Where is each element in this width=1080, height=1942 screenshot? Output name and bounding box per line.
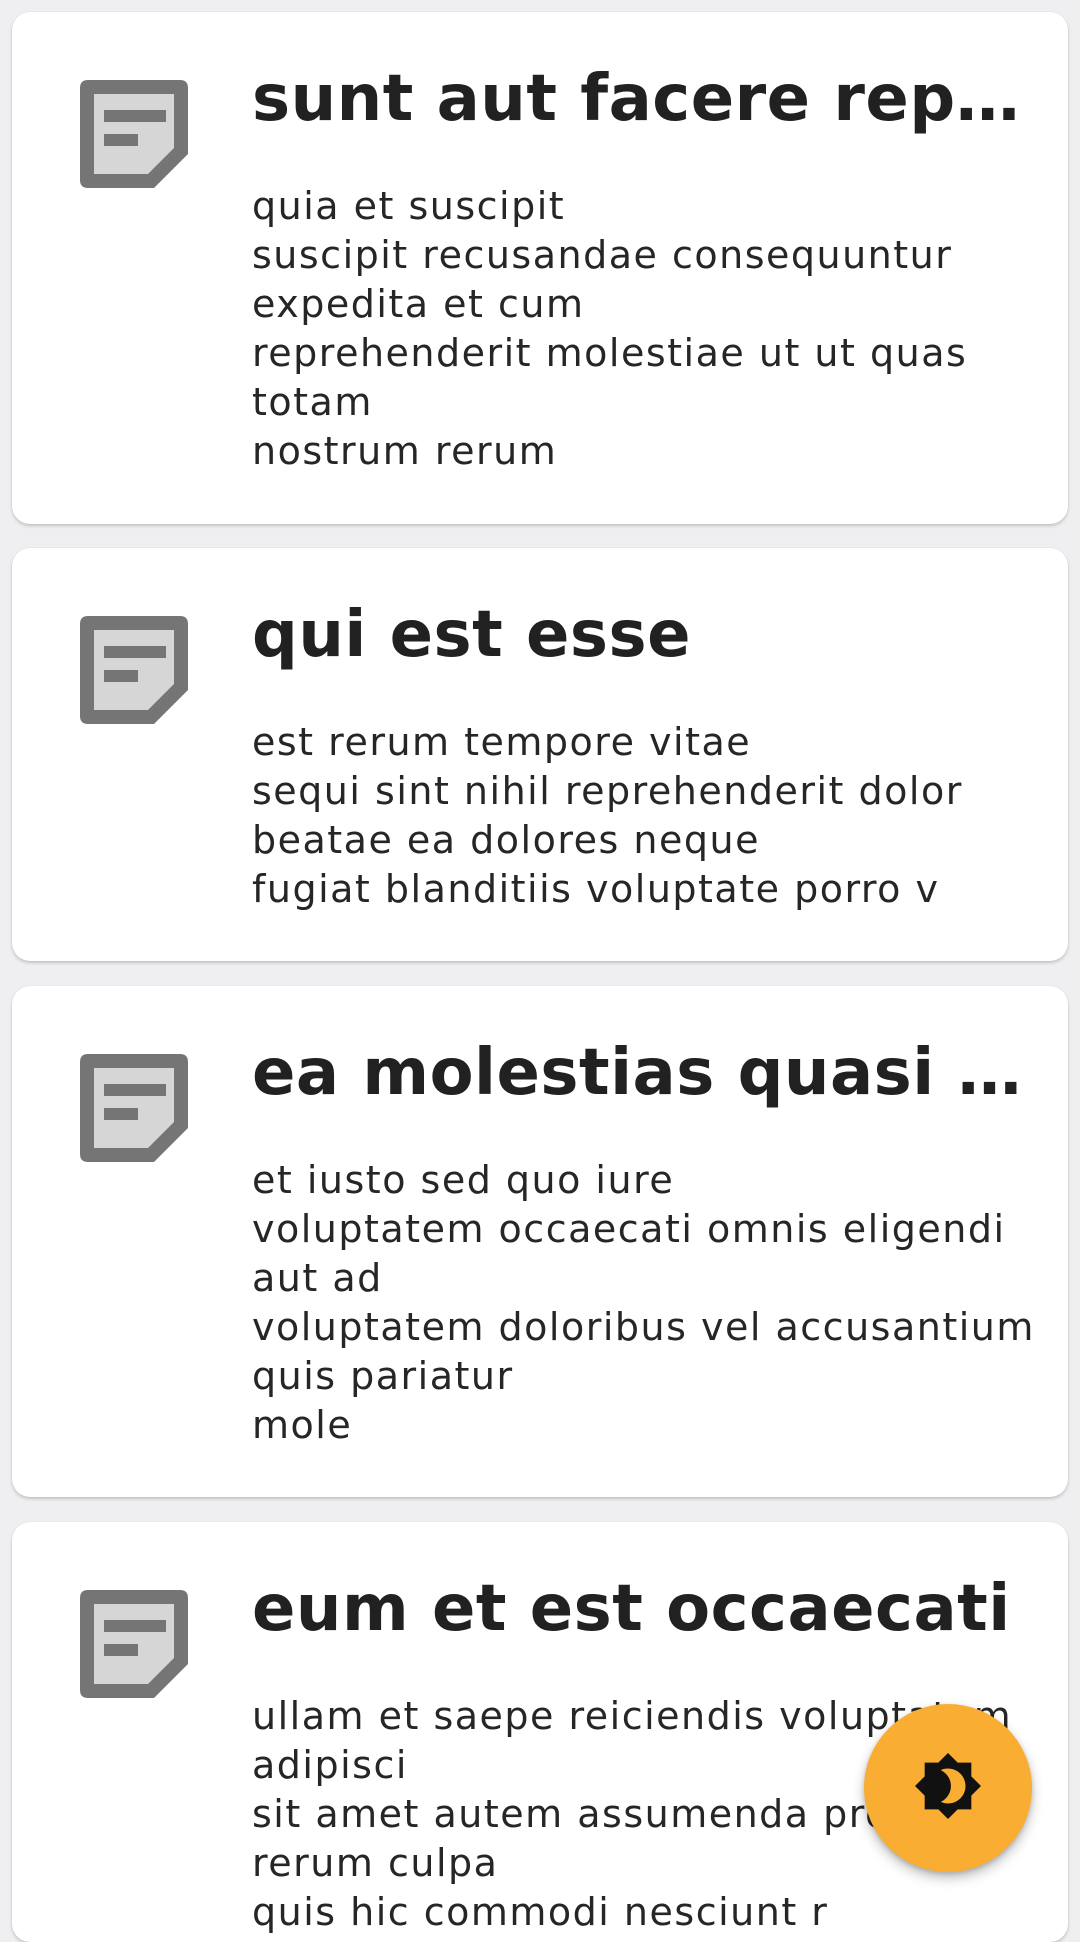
post-body: est rerum tempore vitae sequi sint nihil… — [252, 720, 963, 911]
post-card[interactable]: ea molestias quasi ... et iusto sed quo … — [12, 986, 1068, 1497]
post-title: sunt aut facere rep... — [252, 64, 1022, 135]
theme-toggle-button[interactable] — [864, 1704, 1032, 1872]
post-title: qui est esse — [252, 600, 691, 671]
post-body: et iusto sed quo iure voluptatem occaeca… — [252, 1158, 1035, 1447]
theme-toggle-icon — [913, 1751, 983, 1825]
post-card[interactable]: qui est esse est rerum tempore vitae seq… — [12, 548, 1068, 961]
note-icon — [78, 78, 198, 198]
post-title: eum et est occaecati — [252, 1574, 1011, 1645]
post-title: ea molestias quasi ... — [252, 1038, 1022, 1109]
note-icon — [78, 1052, 198, 1172]
note-icon — [78, 614, 198, 734]
post-body: quia et suscipit suscipit recusandae con… — [252, 184, 968, 473]
post-card[interactable]: sunt aut facere rep... quia et suscipit … — [12, 12, 1068, 524]
note-icon — [78, 1588, 198, 1708]
